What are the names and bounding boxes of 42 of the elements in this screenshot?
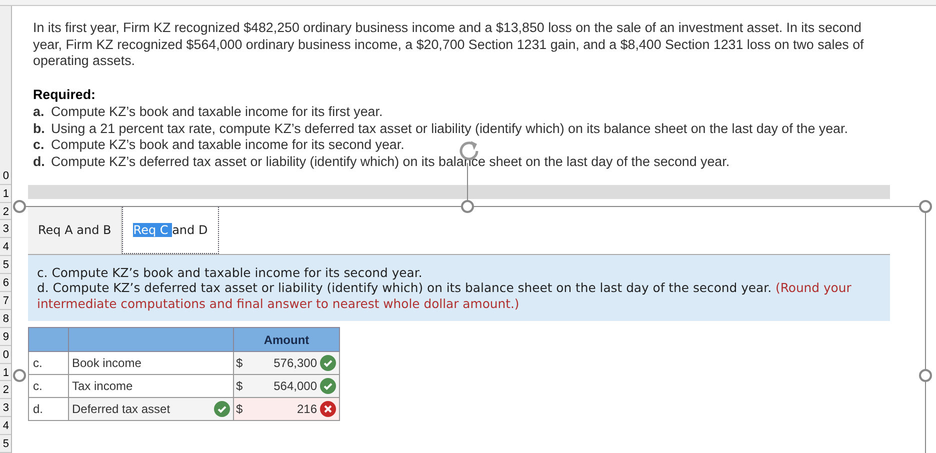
selection-handle[interactable] [13, 369, 26, 382]
item-marker: d. [33, 154, 46, 171]
item-marker: c. [33, 137, 46, 154]
row-number: 9 [2, 330, 9, 345]
selection-handle[interactable] [919, 200, 932, 213]
required-heading: Required: [33, 87, 96, 104]
row-number: 2 [2, 204, 9, 220]
selection-handle[interactable] [919, 369, 932, 382]
row-number: 8 [2, 312, 9, 327]
row-number: 4 [2, 240, 9, 256]
selection-handle[interactable] [13, 200, 26, 213]
row-number: 5 [2, 437, 9, 452]
tab[interactable]: Req C and D [122, 206, 219, 254]
header-cell [28, 328, 68, 352]
table-cell: c. [28, 352, 68, 375]
column-header: Amount [234, 328, 340, 352]
item-marker: b. [33, 120, 46, 138]
row-number: 0 [2, 348, 9, 363]
selection-handle[interactable] [461, 200, 474, 213]
row-number: 1 [2, 366, 9, 380]
row-number: 2 [2, 383, 9, 398]
requirement-text: Compute KZ’s book and taxable income for its first year. [51, 104, 383, 121]
row-number: 6 [2, 276, 9, 291]
item-marker: a. [33, 104, 46, 121]
requirement-text: Compute KZ’s book and taxable income for its second year. [51, 137, 404, 154]
label-field[interactable]: Book income [68, 352, 234, 375]
instruction-text: c. Compute KZ’s book and taxable income for its second year. [37, 264, 424, 280]
problem-text: In its first year, Firm KZ recognized $482,250 ordinary business income and a $13,850 loss on the sale of an investment asset. In its second year, Firm KZ recognized $564,000 ordinary business income, a $20,700 Section 1231 gain, and a $8,400 Section 1231 loss on two sales of operating assets. [33, 20, 865, 70]
row-number: 3 [2, 222, 9, 238]
tab[interactable]: Req A and B [28, 206, 122, 254]
requirement-text: Compute KZ’s deferred tax asset or liability (identify which) on its balance sheet on the last day of the second year. [51, 154, 730, 171]
row-number: 5 [2, 258, 9, 274]
check-icon [214, 401, 230, 418]
row-number: 1 [2, 186, 9, 202]
table-cell: c. [28, 374, 68, 398]
row-number: 7 [2, 294, 9, 309]
row-number: 4 [2, 419, 9, 434]
row-number: 3 [2, 401, 9, 416]
label-field[interactable]: Deferred tax asset [68, 398, 234, 421]
instruction-text: d. Compute KZ’s deferred tax asset or liability (identify which) on its balance sheet on the last day of the second year. (Round your intermediate computations and final answer to nearest whole dollar amount.) [37, 280, 852, 312]
row-number: 0 [2, 168, 9, 184]
requirement-text: Using a 21 percent tax rate, compute KZ’s deferred tax asset or liability (identify which) on its balance sheet on the last day of the year. [51, 120, 848, 138]
